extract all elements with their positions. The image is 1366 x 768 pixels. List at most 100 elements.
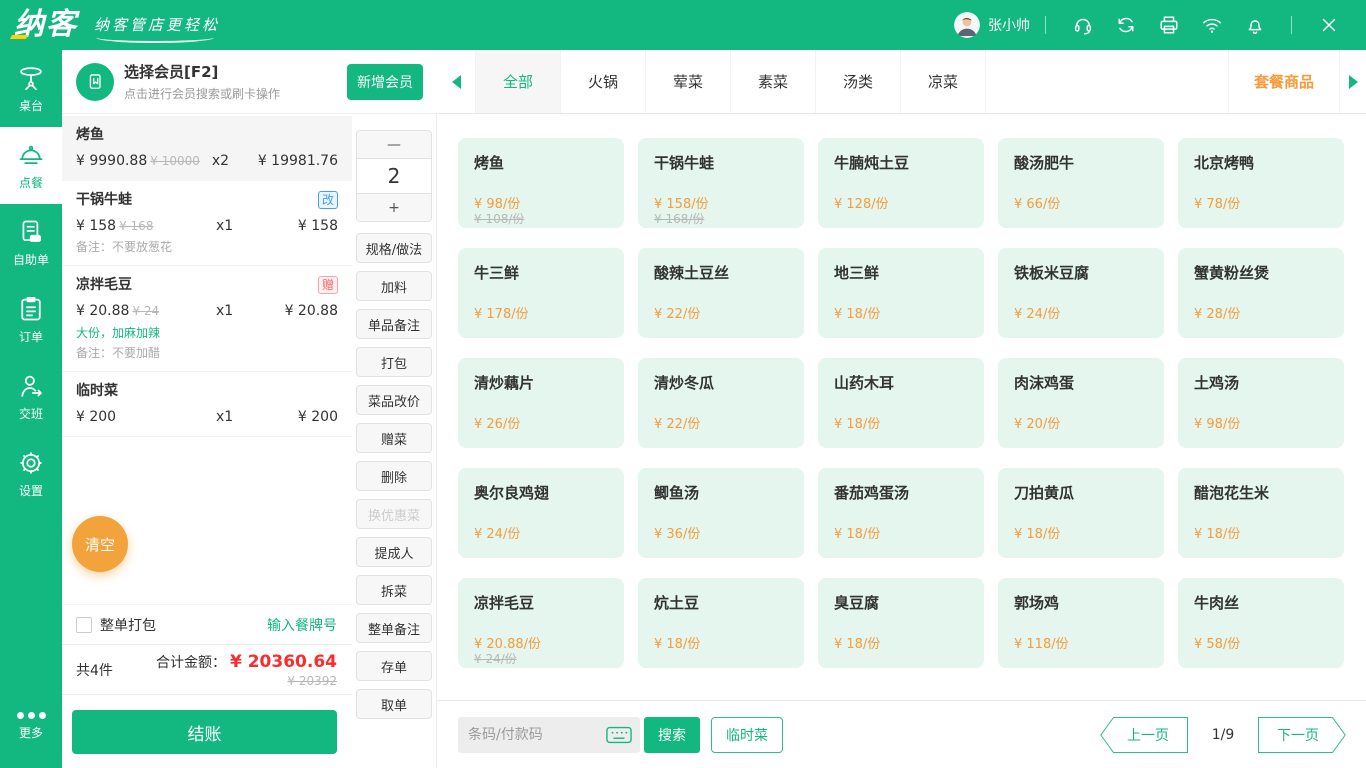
dish-card[interactable]: 奥尔良鸡翅¥ 24/份 [458, 468, 624, 558]
sync-icon[interactable] [1104, 14, 1147, 36]
action-button[interactable]: 单品备注 [356, 309, 432, 339]
dish-card[interactable]: 牛腩炖土豆¥ 128/份 [818, 138, 984, 228]
order-item-qty: x1 [216, 302, 262, 320]
dish-card[interactable]: 番茄鸡蛋汤¥ 18/份 [818, 468, 984, 558]
dish-name: 清炒藕片 [474, 372, 616, 393]
bell-icon[interactable] [1233, 14, 1276, 36]
sidebar-item-shift[interactable]: 交班 [0, 358, 62, 435]
app-logo: 纳客 纳客管店更轻松 [14, 10, 220, 40]
action-button[interactable]: 存单 [356, 651, 432, 681]
action-button[interactable]: 拆菜 [356, 575, 432, 605]
dish-card[interactable]: 刀拍黄瓜¥ 18/份 [998, 468, 1164, 558]
dish-card[interactable]: 酸汤肥牛¥ 66/份 [998, 138, 1164, 228]
qty-minus-button[interactable]: — [357, 131, 431, 158]
dish-card[interactable]: 铁板米豆腐¥ 24/份 [998, 248, 1164, 338]
order-item[interactable]: 烤鱼¥ 9990.88¥ 10000x2¥ 19981.76 [62, 116, 352, 181]
dish-card[interactable]: 酸辣土豆丝¥ 22/份 [638, 248, 804, 338]
dish-name: 臭豆腐 [834, 592, 976, 613]
qty-value: 2 [357, 158, 431, 194]
qty-plus-button[interactable]: + [357, 194, 431, 221]
category-tab[interactable]: 全部 [475, 50, 560, 113]
order-item-qty: x2 [212, 152, 258, 170]
category-tab[interactable]: 素菜 [730, 50, 815, 113]
dish-card[interactable]: 清炒冬瓜¥ 22/份 [638, 358, 804, 448]
sidebar-item-tables[interactable]: 桌台 [0, 50, 62, 127]
temp-dish-button[interactable]: 临时菜 [711, 717, 783, 753]
combo-products-tab[interactable]: 套餐商品 [1228, 50, 1340, 113]
member-select-bar[interactable]: 选择会员[F2] 点击进行会员搜索或刷卡操作 新增会员 [62, 50, 437, 114]
close-icon[interactable] [1307, 14, 1350, 36]
order-item-qty: x1 [216, 217, 262, 235]
action-button[interactable]: 整单备注 [356, 613, 432, 643]
pack-whole-order-checkbox[interactable] [76, 617, 92, 633]
order-item[interactable]: 干锅牛蛙改¥ 158¥ 168x1¥ 158备注：不要放葱花 [62, 181, 352, 266]
enter-table-number-link[interactable]: 输入餐牌号 [267, 615, 337, 635]
dish-card[interactable]: 醋泡花生米¥ 18/份 [1178, 468, 1344, 558]
action-button[interactable]: 打包 [356, 347, 432, 377]
dish-card[interactable]: 牛肉丝¥ 58/份 [1178, 578, 1344, 668]
action-button[interactable]: 菜品改价 [356, 385, 432, 415]
action-button[interactable]: 加料 [356, 271, 432, 301]
clear-order-button[interactable]: 清空 [72, 516, 128, 572]
category-tab[interactable]: 荤菜 [645, 50, 730, 113]
sidebar-item-ordering[interactable]: 点餐 [0, 127, 62, 204]
checkout-button[interactable]: 结账 [72, 710, 337, 754]
order-item[interactable]: 凉拌毛豆赠¥ 20.88¥ 24x1¥ 20.88大份，加麻加辣备注：不要加醋 [62, 266, 352, 372]
dish-card[interactable]: 鲫鱼汤¥ 36/份 [638, 468, 804, 558]
action-button[interactable]: 删除 [356, 461, 432, 491]
order-item-prices: ¥ 158¥ 168 [76, 217, 216, 235]
dish-card[interactable]: 烤鱼¥ 98/份¥ 108/份 [458, 138, 624, 228]
dish-card[interactable]: 肉沫鸡蛋¥ 20/份 [998, 358, 1164, 448]
next-page-button[interactable]: 下一页 [1258, 717, 1346, 753]
sidebar-item-settings[interactable]: 设置 [0, 435, 62, 512]
category-tab[interactable]: 汤类 [815, 50, 900, 113]
dish-card[interactable]: 臭豆腐¥ 18/份 [818, 578, 984, 668]
dish-card[interactable]: 北京烤鸭¥ 78/份 [1178, 138, 1344, 228]
avatar[interactable] [954, 12, 980, 38]
dish-price: ¥ 18/份 [834, 303, 880, 322]
order-panel: 烤鱼¥ 9990.88¥ 10000x2¥ 19981.76干锅牛蛙改¥ 158… [62, 114, 352, 768]
sidebar-item-label: 自助单 [13, 251, 49, 268]
dish-card[interactable]: 干锅牛蛙¥ 158/份¥ 168/份 [638, 138, 804, 228]
order-item-original-price: ¥ 24 [132, 304, 159, 318]
action-button[interactable]: 取单 [356, 689, 432, 719]
dish-card[interactable]: 清炒藕片¥ 26/份 [458, 358, 624, 448]
dish-card[interactable]: 土鸡汤¥ 98/份 [1178, 358, 1344, 448]
order-item-total: ¥ 200 [262, 408, 338, 426]
prev-page-button[interactable]: 上一页 [1100, 717, 1188, 753]
dish-card[interactable]: 炕土豆¥ 18/份 [638, 578, 804, 668]
sidebar: 桌台点餐自助单订单交班设置 更多 [0, 50, 62, 768]
support-icon[interactable] [1061, 14, 1104, 36]
action-button[interactable]: 提成人 [356, 537, 432, 567]
dish-price: ¥ 18/份 [1194, 523, 1240, 542]
order-item[interactable]: 临时菜¥ 200x1¥ 200 [62, 372, 352, 437]
action-button[interactable]: 规格/做法 [356, 233, 432, 263]
sidebar-item-self-order[interactable]: 自助单 [0, 204, 62, 281]
sidebar-item-more[interactable]: 更多 [0, 700, 62, 752]
action-button: 换优惠菜 [356, 499, 432, 529]
dish-card[interactable]: 凉拌毛豆¥ 20.88/份¥ 24/份 [458, 578, 624, 668]
left-arrow-icon [452, 75, 461, 89]
order-item-badge: 改 [318, 191, 338, 209]
dish-card[interactable]: 山药木耳¥ 18/份 [818, 358, 984, 448]
tabs-scroll-right-button[interactable] [1340, 50, 1366, 113]
dish-card[interactable]: 蟹黄粉丝煲¥ 28/份 [1178, 248, 1344, 338]
bottombar: 搜索 临时菜 上一页 1/9 下一页 [437, 700, 1366, 768]
dish-card[interactable]: 郭场鸡¥ 118/份 [998, 578, 1164, 668]
dish-card[interactable]: 地三鲜¥ 18/份 [818, 248, 984, 338]
action-button[interactable]: 赠菜 [356, 423, 432, 453]
add-member-button[interactable]: 新增会员 [347, 64, 423, 100]
keyboard-icon[interactable] [606, 726, 632, 744]
category-tab[interactable]: 凉菜 [900, 50, 985, 113]
wifi-icon[interactable] [1190, 14, 1233, 36]
dish-name: 牛肉丝 [1194, 592, 1336, 613]
tabs-scroll-left-button[interactable] [437, 50, 475, 113]
order-item-name: 临时菜 [76, 382, 118, 400]
barcode-input[interactable] [468, 727, 606, 743]
action-column: — 2 + 规格/做法加料单品备注打包菜品改价赠菜删除换优惠菜提成人拆菜整单备注… [352, 114, 437, 768]
sidebar-item-orders[interactable]: 订单 [0, 281, 62, 358]
dish-card[interactable]: 牛三鲜¥ 178/份 [458, 248, 624, 338]
search-button[interactable]: 搜索 [644, 717, 700, 753]
printer-icon[interactable] [1147, 14, 1190, 36]
category-tab[interactable]: 火锅 [560, 50, 645, 113]
